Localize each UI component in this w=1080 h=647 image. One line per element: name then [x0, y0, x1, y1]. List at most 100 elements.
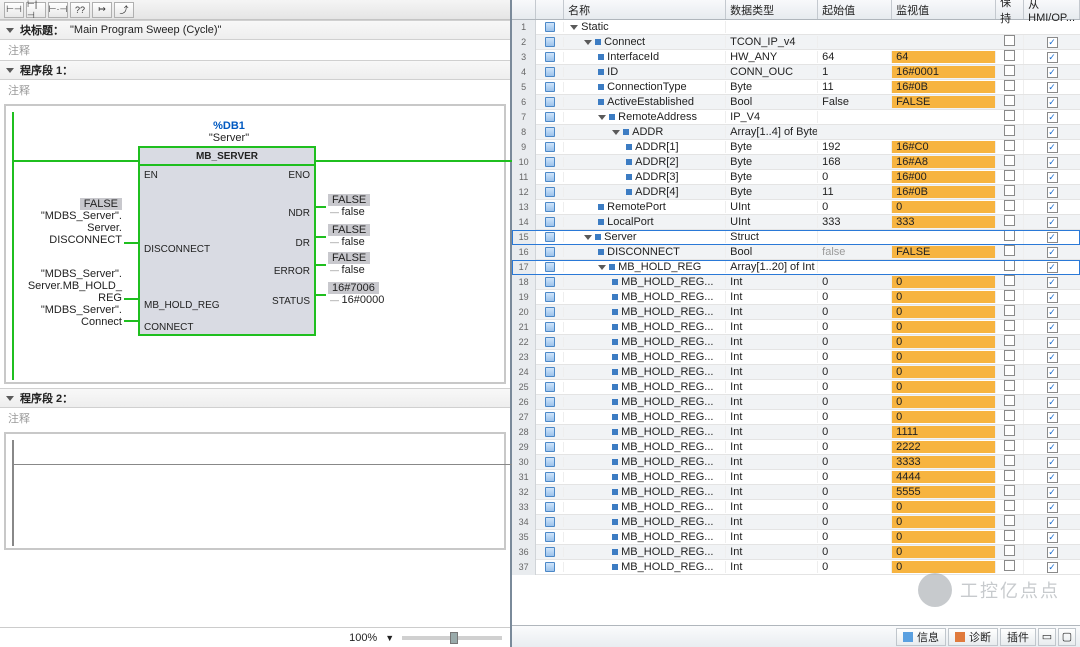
table-row[interactable]: 6 ActiveEstablishedBoolFalseFALSE✓: [512, 95, 1080, 110]
row-start[interactable]: 0: [818, 276, 892, 288]
row-start[interactable]: 11: [818, 81, 892, 93]
keep-checkbox[interactable]: [1004, 350, 1015, 361]
hmi-checkbox[interactable]: ✓: [1047, 172, 1058, 183]
hmi-checkbox[interactable]: ✓: [1047, 292, 1058, 303]
lad-canvas-2[interactable]: [4, 432, 506, 550]
row-start[interactable]: 0: [818, 426, 892, 438]
tb-contact-nc[interactable]: ⊢|⊣: [26, 2, 46, 18]
block-comment[interactable]: 注释: [0, 40, 510, 60]
keep-checkbox[interactable]: [1004, 365, 1015, 376]
lad-canvas-1[interactable]: %DB1"Server" MB_SERVER EN ENO DISCONNECT…: [4, 104, 506, 384]
table-row[interactable]: 31 MB_HOLD_REG...Int04444✓: [512, 470, 1080, 485]
keep-checkbox[interactable]: [1004, 50, 1015, 61]
db-body[interactable]: 1 Static2 ConnectTCON_IP_v4✓3 InterfaceI…: [512, 20, 1080, 625]
keep-checkbox[interactable]: [1004, 80, 1015, 91]
hmi-checkbox[interactable]: ✓: [1047, 367, 1058, 378]
keep-checkbox[interactable]: [1004, 215, 1015, 226]
row-type[interactable]: Array[1..20] of Int: [726, 261, 818, 273]
keep-checkbox[interactable]: [1004, 155, 1015, 166]
row-start[interactable]: 192: [818, 141, 892, 153]
keep-checkbox[interactable]: [1004, 185, 1015, 196]
keep-checkbox[interactable]: [1004, 455, 1015, 466]
tab-info[interactable]: 信息: [896, 628, 946, 646]
row-type[interactable]: UInt: [726, 201, 818, 213]
keep-checkbox[interactable]: [1004, 230, 1015, 241]
row-start[interactable]: 64: [818, 51, 892, 63]
keep-checkbox[interactable]: [1004, 320, 1015, 331]
hmi-checkbox[interactable]: ✓: [1047, 187, 1058, 198]
table-row[interactable]: 22 MB_HOLD_REG...Int00✓: [512, 335, 1080, 350]
table-row[interactable]: 10 ADDR[2]Byte16816#A8✓: [512, 155, 1080, 170]
keep-checkbox[interactable]: [1004, 545, 1015, 556]
keep-checkbox[interactable]: [1004, 200, 1015, 211]
hmi-checkbox[interactable]: ✓: [1047, 517, 1058, 528]
row-start[interactable]: 0: [818, 291, 892, 303]
col-start[interactable]: 起始值: [818, 0, 892, 19]
hmi-checkbox[interactable]: ✓: [1047, 247, 1058, 258]
chevron-down-icon[interactable]: [598, 265, 606, 270]
table-row[interactable]: 2 ConnectTCON_IP_v4✓: [512, 35, 1080, 50]
hmi-checkbox[interactable]: ✓: [1047, 82, 1058, 93]
fb-block-mb-server[interactable]: %DB1"Server" MB_SERVER EN ENO DISCONNECT…: [138, 146, 316, 336]
row-start[interactable]: 1: [818, 66, 892, 78]
row-start[interactable]: 333: [818, 216, 892, 228]
table-row[interactable]: 17 MB_HOLD_REGArray[1..20] of Int✓: [512, 260, 1080, 275]
row-start[interactable]: 0: [818, 546, 892, 558]
keep-checkbox[interactable]: [1004, 395, 1015, 406]
row-type[interactable]: Array[1..4] of Byte: [726, 126, 818, 138]
keep-checkbox[interactable]: [1004, 425, 1015, 436]
chevron-down-icon[interactable]: [598, 115, 606, 120]
row-start[interactable]: 0: [818, 171, 892, 183]
segment-2-head[interactable]: 程序段 2：: [0, 388, 510, 408]
hmi-checkbox[interactable]: ✓: [1047, 142, 1058, 153]
row-type[interactable]: UInt: [726, 216, 818, 228]
hmi-checkbox[interactable]: ✓: [1047, 277, 1058, 288]
row-start[interactable]: 0: [818, 336, 892, 348]
row-start[interactable]: False: [818, 96, 892, 108]
row-start[interactable]: 11: [818, 186, 892, 198]
keep-checkbox[interactable]: [1004, 65, 1015, 76]
hmi-checkbox[interactable]: ✓: [1047, 262, 1058, 273]
hmi-checkbox[interactable]: ✓: [1047, 382, 1058, 393]
table-row[interactable]: 30 MB_HOLD_REG...Int03333✓: [512, 455, 1080, 470]
table-row[interactable]: 14 LocalPortUInt333333✓: [512, 215, 1080, 230]
row-type[interactable]: Int: [726, 426, 818, 438]
row-type[interactable]: Struct: [726, 231, 818, 243]
row-type[interactable]: Byte: [726, 81, 818, 93]
row-start[interactable]: 0: [818, 306, 892, 318]
table-row[interactable]: 13 RemotePortUInt00✓: [512, 200, 1080, 215]
row-start[interactable]: 0: [818, 531, 892, 543]
hmi-checkbox[interactable]: ✓: [1047, 532, 1058, 543]
row-start[interactable]: 0: [818, 441, 892, 453]
hmi-checkbox[interactable]: ✓: [1047, 157, 1058, 168]
zoom-dropdown-icon[interactable]: ▼: [385, 633, 394, 643]
row-start[interactable]: 0: [818, 486, 892, 498]
keep-checkbox[interactable]: [1004, 95, 1015, 106]
row-start[interactable]: false: [818, 246, 892, 258]
table-row[interactable]: 24 MB_HOLD_REG...Int00✓: [512, 365, 1080, 380]
keep-checkbox[interactable]: [1004, 440, 1015, 451]
row-type[interactable]: Int: [726, 291, 818, 303]
row-start[interactable]: 0: [818, 516, 892, 528]
tb-branch-close[interactable]: ⤴: [114, 2, 134, 18]
keep-checkbox[interactable]: [1004, 290, 1015, 301]
row-type[interactable]: Int: [726, 501, 818, 513]
chevron-down-icon[interactable]: [612, 130, 620, 135]
out-dr[interactable]: FALSE— false: [328, 224, 370, 248]
hmi-checkbox[interactable]: ✓: [1047, 322, 1058, 333]
table-row[interactable]: 1 Static: [512, 20, 1080, 35]
row-type[interactable]: Byte: [726, 171, 818, 183]
table-row[interactable]: 4 IDCONN_OUC116#0001✓: [512, 65, 1080, 80]
table-row[interactable]: 16 DISCONNECTBoolfalseFALSE✓: [512, 245, 1080, 260]
row-start[interactable]: 0: [818, 321, 892, 333]
keep-checkbox[interactable]: [1004, 380, 1015, 391]
row-type[interactable]: Int: [726, 351, 818, 363]
row-start[interactable]: 0: [818, 471, 892, 483]
row-type[interactable]: Int: [726, 306, 818, 318]
block-title-head[interactable]: 块标题： "Main Program Sweep (Cycle)": [0, 20, 510, 40]
hmi-checkbox[interactable]: ✓: [1047, 52, 1058, 63]
lbl-connect[interactable]: "MDBS_Server". Connect: [16, 304, 122, 328]
hmi-checkbox[interactable]: ✓: [1047, 67, 1058, 78]
hmi-checkbox[interactable]: ✓: [1047, 487, 1058, 498]
hmi-checkbox[interactable]: ✓: [1047, 337, 1058, 348]
